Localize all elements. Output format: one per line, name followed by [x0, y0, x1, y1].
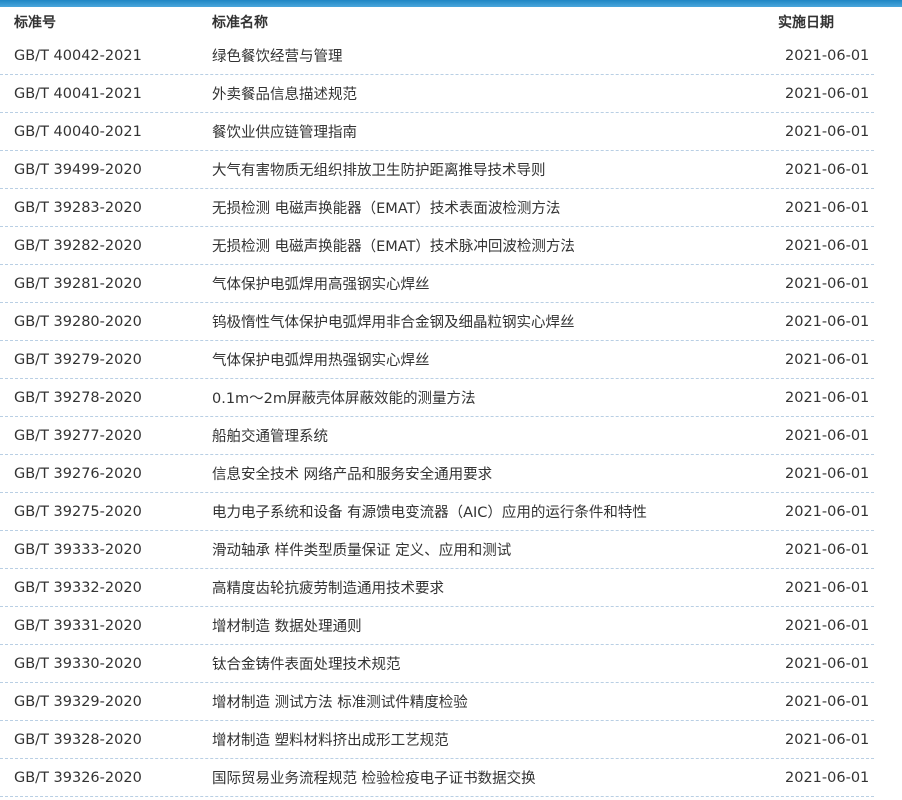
implementation-date: 2021-06-01 [785, 389, 870, 406]
implementation-date: 2021-06-01 [785, 693, 870, 710]
implementation-date: 2021-06-01 [785, 123, 870, 140]
table-row: GB/T 39326-2020 国际贸易业务流程规范 检验检疫电子证书数据交换 20… [0, 759, 874, 797]
standard-name-link[interactable]: 绿色餐饮经营与管理 [198, 45, 768, 66]
table-row: GB/T 40042-2021 绿色餐饮经营与管理 2021-06-01 [0, 37, 874, 75]
standard-code: GB/T 40042-2021 [14, 47, 142, 64]
standard-name-link[interactable]: 气体保护电弧焊用热强钢实心焊丝 [198, 349, 768, 370]
implementation-date: 2021-06-01 [785, 161, 870, 178]
table-row: GB/T 39328-2020 增材制造 塑料材料挤出成形工艺规范 2021-06-… [0, 721, 874, 759]
implementation-date: 2021-06-01 [785, 199, 870, 216]
table-row: GB/T 39282-2020 无损检测 电磁声换能器（EMAT）技术脉冲回波检测… [0, 227, 874, 265]
implementation-date: 2021-06-01 [785, 237, 870, 254]
implementation-date: 2021-06-01 [785, 731, 870, 748]
standard-code: GB/T 39280-2020 [14, 313, 142, 330]
standard-name-link[interactable]: 增材制造 塑料材料挤出成形工艺规范 [198, 729, 768, 750]
standard-code: GB/T 39326-2020 [14, 769, 142, 786]
standard-code: GB/T 39333-2020 [14, 541, 142, 558]
standard-name-link[interactable]: 增材制造 数据处理通则 [198, 615, 768, 636]
header-implementation-date: 实施日期 [778, 15, 834, 31]
standard-name-link[interactable]: 无损检测 电磁声换能器（EMAT）技术脉冲回波检测方法 [198, 235, 768, 256]
standard-code: GB/T 39282-2020 [14, 237, 142, 254]
header-standard-code: 标准号 [14, 15, 56, 31]
implementation-date: 2021-06-01 [785, 465, 870, 482]
standard-code: GB/T 39283-2020 [14, 199, 142, 216]
table-header: 标准号 标准名称 实施日期 [0, 7, 874, 37]
standard-name-link[interactable]: 钛合金铸件表面处理技术规范 [198, 653, 768, 674]
table-row: GB/T 39276-2020 信息安全技术 网络产品和服务安全通用要求 2021-… [0, 455, 874, 493]
table-row: GB/T 39280-2020 钨极惰性气体保护电弧焊用非合金钢及细晶粒钢实心焊丝… [0, 303, 874, 341]
standard-name-link[interactable]: 电力电子系统和设备 有源馈电变流器（AIC）应用的运行条件和特性 [198, 501, 768, 522]
standard-name-link[interactable]: 高精度齿轮抗疲劳制造通用技术要求 [198, 577, 768, 598]
standard-code: GB/T 39276-2020 [14, 465, 142, 482]
standard-code: GB/T 39281-2020 [14, 275, 142, 292]
standard-name-link[interactable]: 滑动轴承 样件类型质量保证 定义、应用和测试 [198, 539, 768, 560]
table-row: GB/T 40041-2021 外卖餐品信息描述规范 2021-06-01 [0, 75, 874, 113]
standard-name-link[interactable]: 气体保护电弧焊用高强钢实心焊丝 [198, 273, 768, 294]
standard-code: GB/T 39499-2020 [14, 161, 142, 178]
standard-name-link[interactable]: 餐饮业供应链管理指南 [198, 121, 768, 142]
implementation-date: 2021-06-01 [785, 351, 870, 368]
implementation-date: 2021-06-01 [785, 579, 870, 596]
standard-code: GB/T 39332-2020 [14, 579, 142, 596]
standard-code: GB/T 39330-2020 [14, 655, 142, 672]
table-body: GB/T 40042-2021 绿色餐饮经营与管理 2021-06-01 GB/T 4… [0, 37, 874, 797]
standard-code: GB/T 39279-2020 [14, 351, 142, 368]
implementation-date: 2021-06-01 [785, 769, 870, 786]
table-row: GB/T 39278-2020 0.1m～2m屏蔽壳体屏蔽效能的测量方法 2021-… [0, 379, 874, 417]
standard-name-link[interactable]: 0.1m～2m屏蔽壳体屏蔽效能的测量方法 [198, 387, 768, 408]
standards-table: 标准号 标准名称 实施日期 GB/T 40042-2021 绿色餐饮经营与管理 20… [0, 7, 874, 797]
standard-name-link[interactable]: 大气有害物质无组织排放卫生防护距离推导技术导则 [198, 159, 768, 180]
standard-code: GB/T 40040-2021 [14, 123, 142, 140]
implementation-date: 2021-06-01 [785, 503, 870, 520]
standard-name-link[interactable]: 钨极惰性气体保护电弧焊用非合金钢及细晶粒钢实心焊丝 [198, 311, 768, 332]
standard-code: GB/T 39278-2020 [14, 389, 142, 406]
implementation-date: 2021-06-01 [785, 541, 870, 558]
header-standard-name: 标准名称 [212, 15, 268, 31]
standard-name-link[interactable]: 增材制造 测试方法 标准测试件精度检验 [198, 691, 768, 712]
implementation-date: 2021-06-01 [785, 85, 870, 102]
table-row: GB/T 39331-2020 增材制造 数据处理通则 2021-06-01 [0, 607, 874, 645]
standard-name-link[interactable]: 信息安全技术 网络产品和服务安全通用要求 [198, 463, 768, 484]
table-row: GB/T 40040-2021 餐饮业供应链管理指南 2021-06-01 [0, 113, 874, 151]
standard-name-link[interactable]: 无损检测 电磁声换能器（EMAT）技术表面波检测方法 [198, 197, 768, 218]
standard-name-link[interactable]: 国际贸易业务流程规范 检验检疫电子证书数据交换 [198, 767, 768, 788]
table-row: GB/T 39275-2020 电力电子系统和设备 有源馈电变流器（AIC）应用的… [0, 493, 874, 531]
standard-code: GB/T 39329-2020 [14, 693, 142, 710]
standard-code: GB/T 39277-2020 [14, 427, 142, 444]
standard-code: GB/T 39328-2020 [14, 731, 142, 748]
table-row: GB/T 39283-2020 无损检测 电磁声换能器（EMAT）技术表面波检测方… [0, 189, 874, 227]
implementation-date: 2021-06-01 [785, 655, 870, 672]
standard-code: GB/T 39275-2020 [14, 503, 142, 520]
standard-code: GB/T 39331-2020 [14, 617, 142, 634]
implementation-date: 2021-06-01 [785, 617, 870, 634]
table-row: GB/T 39330-2020 钛合金铸件表面处理技术规范 2021-06-01 [0, 645, 874, 683]
table-row: GB/T 39333-2020 滑动轴承 样件类型质量保证 定义、应用和测试 202… [0, 531, 874, 569]
table-row: GB/T 39499-2020 大气有害物质无组织排放卫生防护距离推导技术导则 20… [0, 151, 874, 189]
standard-code: GB/T 40041-2021 [14, 85, 142, 102]
standard-name-link[interactable]: 外卖餐品信息描述规范 [198, 83, 768, 104]
table-row: GB/T 39279-2020 气体保护电弧焊用热强钢实心焊丝 2021-06-01 [0, 341, 874, 379]
implementation-date: 2021-06-01 [785, 47, 870, 64]
standard-name-link[interactable]: 船舶交通管理系统 [198, 425, 768, 446]
table-row: GB/T 39281-2020 气体保护电弧焊用高强钢实心焊丝 2021-06-01 [0, 265, 874, 303]
implementation-date: 2021-06-01 [785, 427, 870, 444]
table-row: GB/T 39332-2020 高精度齿轮抗疲劳制造通用技术要求 2021-06-0… [0, 569, 874, 607]
top-accent-bar [0, 0, 902, 7]
implementation-date: 2021-06-01 [785, 313, 870, 330]
implementation-date: 2021-06-01 [785, 275, 870, 292]
table-row: GB/T 39329-2020 增材制造 测试方法 标准测试件精度检验 2021-0… [0, 683, 874, 721]
table-row: GB/T 39277-2020 船舶交通管理系统 2021-06-01 [0, 417, 874, 455]
